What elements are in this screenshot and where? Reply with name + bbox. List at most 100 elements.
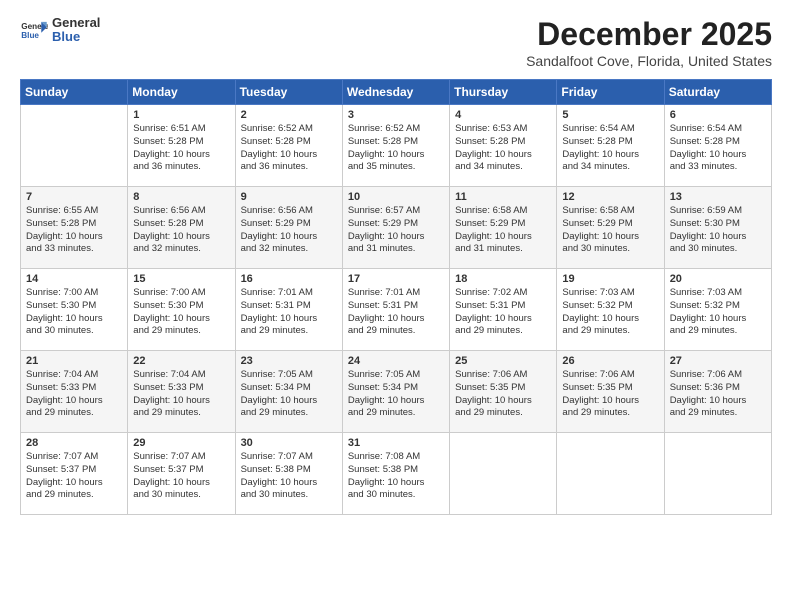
day-number: 12 (562, 191, 658, 203)
day-number: 29 (133, 437, 229, 449)
cell-content: Sunrise: 7:02 AMSunset: 5:31 PMDaylight:… (455, 287, 551, 338)
cell-content: Sunrise: 6:58 AMSunset: 5:29 PMDaylight:… (562, 205, 658, 256)
day-cell-26: 26 Sunrise: 7:06 AMSunset: 5:35 PMDayligh… (557, 351, 664, 433)
day-number: 14 (26, 273, 122, 285)
cell-content: Sunrise: 7:05 AMSunset: 5:34 PMDaylight:… (348, 369, 444, 420)
cell-content: Sunrise: 7:06 AMSunset: 5:35 PMDaylight:… (455, 369, 551, 420)
cell-content: Sunrise: 6:51 AMSunset: 5:28 PMDaylight:… (133, 123, 229, 174)
cell-content: Sunrise: 6:53 AMSunset: 5:28 PMDaylight:… (455, 123, 551, 174)
day-number: 8 (133, 191, 229, 203)
title-block: December 2025 Sandalfoot Cove, Florida, … (526, 16, 772, 69)
month-title: December 2025 (526, 16, 772, 53)
cell-content: Sunrise: 7:08 AMSunset: 5:38 PMDaylight:… (348, 451, 444, 502)
day-cell-25: 25Sunrise: 7:06 AMSunset: 5:35 PMDayligh… (450, 351, 557, 433)
empty-cell (557, 433, 664, 515)
cell-content: Sunrise: 7:06 AMSunset: 5:35 PMDaylight:… (562, 369, 658, 420)
day-number: 5 (562, 109, 658, 121)
day-number: 23 (241, 355, 337, 367)
week-row-1: 1 Sunrise: 6:51 AMSunset: 5:28 PMDaylight… (21, 105, 772, 187)
day-cell-3: 3 Sunrise: 6:52 AMSunset: 5:28 PMDaylight… (342, 105, 449, 187)
day-cell-20: 20Sunrise: 7:03 AMSunset: 5:32 PMDayligh… (664, 269, 771, 351)
day-number: 27 (670, 355, 766, 367)
day-cell-16: 16 Sunrise: 7:01 AMSunset: 5:31 PMDayligh… (235, 269, 342, 351)
day-number: 15 (133, 273, 229, 285)
day-cell-17: 17 Sunrise: 7:01 AMSunset: 5:31 PMDayligh… (342, 269, 449, 351)
cell-content: Sunrise: 7:03 AMSunset: 5:32 PMDaylight:… (562, 287, 658, 338)
day-number: 26 (562, 355, 658, 367)
week-row-3: 14Sunrise: 7:00 AMSunset: 5:30 PMDayligh… (21, 269, 772, 351)
day-cell-29: 29 Sunrise: 7:07 AMSunset: 5:37 PMDayligh… (128, 433, 235, 515)
day-cell-22: 22 Sunrise: 7:04 AMSunset: 5:33 PMDayligh… (128, 351, 235, 433)
cell-content: Sunrise: 6:54 AMSunset: 5:28 PMDaylight:… (670, 123, 766, 174)
location-subtitle: Sandalfoot Cove, Florida, United States (526, 53, 772, 69)
day-cell-8: 8 Sunrise: 6:56 AMSunset: 5:28 PMDaylight… (128, 187, 235, 269)
day-number: 16 (241, 273, 337, 285)
day-cell-28: 28 Sunrise: 7:07 AMSunset: 5:37 PMDayligh… (21, 433, 128, 515)
cell-content: Sunrise: 6:56 AMSunset: 5:28 PMDaylight:… (133, 205, 229, 256)
logo-general: General (52, 16, 100, 30)
day-number: 28 (26, 437, 122, 449)
day-cell-18: 18 Sunrise: 7:02 AMSunset: 5:31 PMDayligh… (450, 269, 557, 351)
week-row-5: 28 Sunrise: 7:07 AMSunset: 5:37 PMDayligh… (21, 433, 772, 515)
weekday-header-friday: Friday (557, 80, 664, 105)
cell-content: Sunrise: 7:01 AMSunset: 5:31 PMDaylight:… (348, 287, 444, 338)
day-number: 30 (241, 437, 337, 449)
cell-content: Sunrise: 6:56 AMSunset: 5:29 PMDaylight:… (241, 205, 337, 256)
day-cell-15: 15Sunrise: 7:00 AMSunset: 5:30 PMDayligh… (128, 269, 235, 351)
header-area: General Blue General Blue December 2025 … (20, 16, 772, 69)
empty-cell (664, 433, 771, 515)
cell-content: Sunrise: 6:54 AMSunset: 5:28 PMDaylight:… (562, 123, 658, 174)
day-number: 4 (455, 109, 551, 121)
day-cell-2: 2 Sunrise: 6:52 AMSunset: 5:28 PMDaylight… (235, 105, 342, 187)
day-cell-23: 23 Sunrise: 7:05 AMSunset: 5:34 PMDayligh… (235, 351, 342, 433)
day-number: 3 (348, 109, 444, 121)
day-number: 17 (348, 273, 444, 285)
day-number: 11 (455, 191, 551, 203)
cell-content: Sunrise: 6:52 AMSunset: 5:28 PMDaylight:… (348, 123, 444, 174)
day-cell-1: 1 Sunrise: 6:51 AMSunset: 5:28 PMDaylight… (128, 105, 235, 187)
day-cell-9: 9 Sunrise: 6:56 AMSunset: 5:29 PMDaylight… (235, 187, 342, 269)
cell-content: Sunrise: 7:01 AMSunset: 5:31 PMDaylight:… (241, 287, 337, 338)
day-cell-21: 21Sunrise: 7:04 AMSunset: 5:33 PMDayligh… (21, 351, 128, 433)
cell-content: Sunrise: 7:07 AMSunset: 5:38 PMDaylight:… (241, 451, 337, 502)
day-cell-19: 19Sunrise: 7:03 AMSunset: 5:32 PMDayligh… (557, 269, 664, 351)
week-row-2: 7Sunrise: 6:55 AMSunset: 5:28 PMDaylight… (21, 187, 772, 269)
day-cell-5: 5 Sunrise: 6:54 AMSunset: 5:28 PMDaylight… (557, 105, 664, 187)
logo-icon: General Blue (20, 20, 48, 40)
week-row-4: 21Sunrise: 7:04 AMSunset: 5:33 PMDayligh… (21, 351, 772, 433)
cell-content: Sunrise: 7:07 AMSunset: 5:37 PMDaylight:… (26, 451, 122, 502)
day-cell-10: 10Sunrise: 6:57 AMSunset: 5:29 PMDayligh… (342, 187, 449, 269)
weekday-header-wednesday: Wednesday (342, 80, 449, 105)
day-number: 22 (133, 355, 229, 367)
day-cell-12: 12 Sunrise: 6:58 AMSunset: 5:29 PMDayligh… (557, 187, 664, 269)
day-cell-31: 31 Sunrise: 7:08 AMSunset: 5:38 PMDayligh… (342, 433, 449, 515)
day-cell-6: 6Sunrise: 6:54 AMSunset: 5:28 PMDaylight… (664, 105, 771, 187)
day-cell-11: 11 Sunrise: 6:58 AMSunset: 5:29 PMDayligh… (450, 187, 557, 269)
empty-cell (450, 433, 557, 515)
day-number: 13 (670, 191, 766, 203)
day-number: 20 (670, 273, 766, 285)
day-cell-24: 24 Sunrise: 7:05 AMSunset: 5:34 PMDayligh… (342, 351, 449, 433)
day-cell-13: 13Sunrise: 6:59 AMSunset: 5:30 PMDayligh… (664, 187, 771, 269)
cell-content: Sunrise: 7:06 AMSunset: 5:36 PMDaylight:… (670, 369, 766, 420)
day-number: 31 (348, 437, 444, 449)
day-number: 1 (133, 109, 229, 121)
day-cell-14: 14Sunrise: 7:00 AMSunset: 5:30 PMDayligh… (21, 269, 128, 351)
cell-content: Sunrise: 7:07 AMSunset: 5:37 PMDaylight:… (133, 451, 229, 502)
weekday-header-monday: Monday (128, 80, 235, 105)
cell-content: Sunrise: 6:52 AMSunset: 5:28 PMDaylight:… (241, 123, 337, 174)
cell-content: Sunrise: 6:58 AMSunset: 5:29 PMDaylight:… (455, 205, 551, 256)
weekday-header-thursday: Thursday (450, 80, 557, 105)
weekday-header-saturday: Saturday (664, 80, 771, 105)
day-cell-30: 30 Sunrise: 7:07 AMSunset: 5:38 PMDayligh… (235, 433, 342, 515)
day-cell-4: 4 Sunrise: 6:53 AMSunset: 5:28 PMDaylight… (450, 105, 557, 187)
day-number: 18 (455, 273, 551, 285)
cell-content: Sunrise: 7:04 AMSunset: 5:33 PMDaylight:… (133, 369, 229, 420)
calendar-table: SundayMondayTuesdayWednesdayThursdayFrid… (20, 79, 772, 515)
day-number: 2 (241, 109, 337, 121)
day-number: 9 (241, 191, 337, 203)
day-cell-7: 7Sunrise: 6:55 AMSunset: 5:28 PMDaylight… (21, 187, 128, 269)
day-cell-27: 27 Sunrise: 7:06 AMSunset: 5:36 PMDayligh… (664, 351, 771, 433)
day-number: 24 (348, 355, 444, 367)
cell-content: Sunrise: 7:05 AMSunset: 5:34 PMDaylight:… (241, 369, 337, 420)
